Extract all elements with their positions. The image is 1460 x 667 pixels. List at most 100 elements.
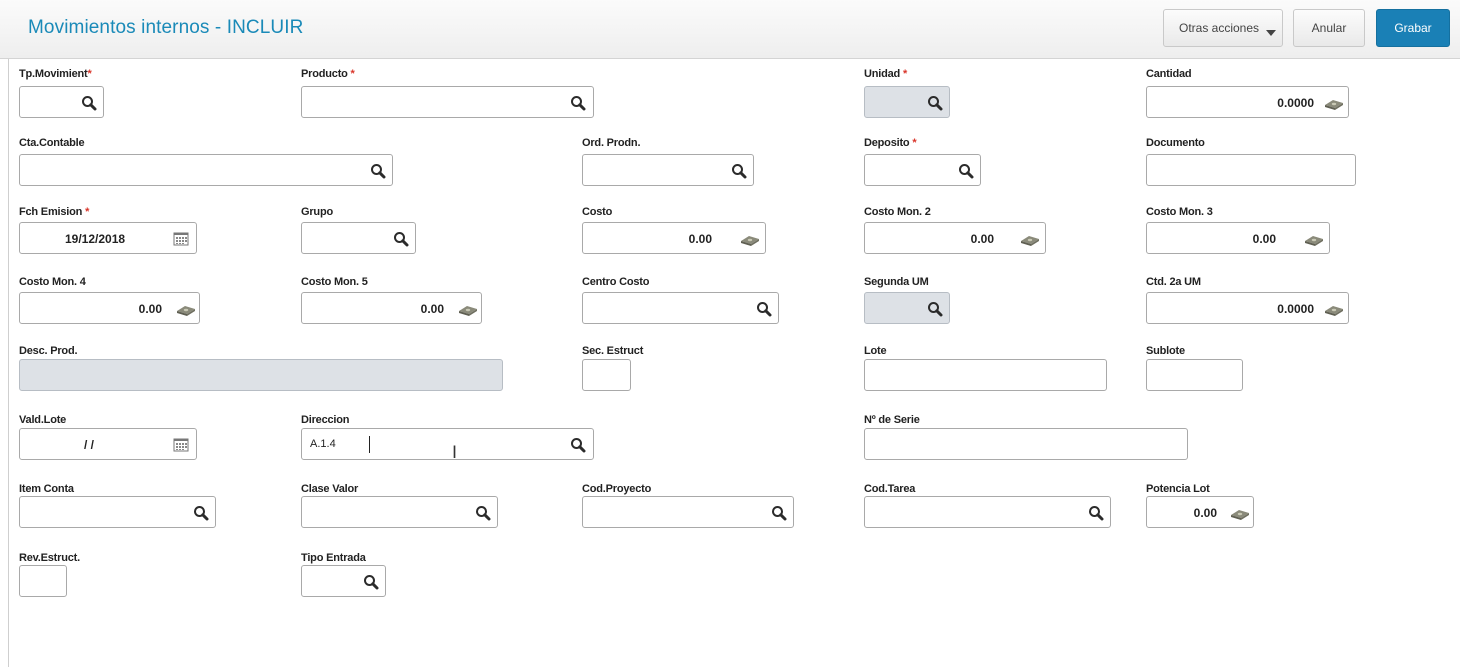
calendar-icon[interactable] — [172, 436, 190, 454]
tp-movimiento-label: Tp.Movimient* — [19, 68, 92, 80]
producto-field[interactable] — [301, 86, 594, 118]
other-actions-button[interactable]: Otras acciones — [1163, 9, 1283, 47]
search-icon[interactable] — [730, 162, 748, 180]
cancel-button[interactable]: Anular — [1293, 9, 1365, 47]
ord-prodn-label: Ord. Prodn. — [582, 137, 641, 149]
costo-mon2-label: Costo Mon. 2 — [864, 206, 931, 218]
money-icon[interactable] — [458, 300, 478, 318]
sec-estruct-label: Sec. Estruct — [582, 345, 644, 357]
vald-lote-field[interactable]: / / — [19, 428, 197, 460]
sublote-field[interactable] — [1146, 359, 1243, 391]
desc-prod-field — [19, 359, 503, 391]
search-icon[interactable] — [926, 300, 944, 318]
documento-label: Documento — [1146, 137, 1205, 149]
costo-mon5-field[interactable]: 0.00 — [301, 292, 482, 324]
costo-mon3-label: Costo Mon. 3 — [1146, 206, 1213, 218]
cta-contable-field[interactable] — [19, 154, 393, 186]
money-icon[interactable] — [1324, 94, 1344, 112]
tp-movimiento-field[interactable] — [19, 86, 104, 118]
costo-label: Costo — [582, 206, 613, 218]
costo-mon4-value: 0.00 — [138, 302, 162, 316]
grupo-field[interactable] — [301, 222, 416, 254]
centro-costo-field[interactable] — [582, 292, 779, 324]
form-left-border — [8, 59, 9, 667]
costo-mon3-field[interactable]: 0.00 — [1146, 222, 1330, 254]
cta-contable-label: Cta.Contable — [19, 137, 85, 149]
rev-estruct-field[interactable] — [19, 565, 67, 597]
costo-mon3-value: 0.00 — [1252, 232, 1276, 246]
page-header: Movimientos internos - INCLUIR Otras acc… — [0, 0, 1460, 59]
n-serie-field[interactable] — [864, 428, 1188, 460]
segunda-um-label: Segunda UM — [864, 276, 929, 288]
fch-emision-value: 19/12/2018 — [65, 232, 126, 246]
ord-prodn-field[interactable] — [582, 154, 754, 186]
search-icon[interactable] — [1087, 504, 1105, 522]
grupo-label: Grupo — [301, 206, 333, 218]
fch-emision-label: Fch Emision * — [19, 206, 90, 218]
mouse-cursor-ibeam-icon: I — [452, 443, 458, 463]
unidad-label: Unidad * — [864, 68, 908, 80]
item-conta-field[interactable] — [19, 496, 216, 528]
search-icon[interactable] — [755, 300, 773, 318]
deposito-field[interactable] — [864, 154, 981, 186]
search-icon[interactable] — [957, 162, 975, 180]
lote-field[interactable] — [864, 359, 1107, 391]
documento-field[interactable] — [1146, 154, 1356, 186]
vald-lote-value: / / — [84, 438, 95, 452]
other-actions-label: Otras acciones — [1179, 21, 1260, 35]
money-icon[interactable] — [1230, 504, 1250, 522]
direccion-value: A.1.4 — [310, 438, 336, 450]
costo-mon2-field[interactable]: 0.00 — [864, 222, 1046, 254]
centro-costo-label: Centro Costo — [582, 276, 650, 288]
lote-label: Lote — [864, 345, 887, 357]
cantidad-label: Cantidad — [1146, 68, 1192, 80]
direccion-label: Direccion — [301, 414, 350, 426]
segunda-um-field — [864, 292, 950, 324]
ctd-2a-um-field[interactable]: 0.0000 — [1146, 292, 1349, 324]
rev-estruct-label: Rev.Estruct. — [19, 552, 80, 564]
search-icon[interactable] — [369, 162, 387, 180]
costo-value: 0.00 — [688, 232, 712, 246]
cod-proyecto-field[interactable] — [582, 496, 794, 528]
search-icon[interactable] — [474, 504, 492, 522]
money-icon[interactable] — [176, 300, 196, 318]
costo-mon5-value: 0.00 — [420, 302, 444, 316]
search-icon[interactable] — [80, 94, 98, 112]
potencia-lot-value: 0.00 — [1193, 506, 1217, 520]
text-caret — [369, 436, 370, 453]
fch-emision-field[interactable]: 19/12/2018 — [19, 222, 197, 254]
clase-valor-field[interactable] — [301, 496, 498, 528]
search-icon[interactable] — [392, 230, 410, 248]
costo-mon4-field[interactable]: 0.00 — [19, 292, 200, 324]
save-button[interactable]: Grabar — [1376, 9, 1450, 47]
potencia-lot-field[interactable]: 0.00 — [1146, 496, 1254, 528]
money-icon[interactable] — [740, 230, 760, 248]
calendar-icon[interactable] — [172, 230, 190, 248]
search-icon[interactable] — [770, 504, 788, 522]
desc-prod-label: Desc. Prod. — [19, 345, 78, 357]
sec-estruct-field[interactable] — [582, 359, 631, 391]
cod-tarea-label: Cod.Tarea — [864, 483, 916, 495]
unidad-field — [864, 86, 950, 118]
search-icon[interactable] — [569, 94, 587, 112]
direccion-field[interactable]: A.1.4 — [301, 428, 594, 460]
tipo-entrada-field[interactable] — [301, 565, 386, 597]
cantidad-field[interactable]: 0.0000 — [1146, 86, 1349, 118]
search-icon[interactable] — [569, 436, 587, 454]
page-title: Movimientos internos - INCLUIR — [28, 17, 304, 38]
vald-lote-label: Vald.Lote — [19, 414, 67, 426]
search-icon[interactable] — [926, 94, 944, 112]
money-icon[interactable] — [1324, 300, 1344, 318]
deposito-label: Deposito * — [864, 137, 917, 149]
search-icon[interactable] — [192, 504, 210, 522]
potencia-lot-label: Potencia Lot — [1146, 483, 1210, 495]
costo-field[interactable]: 0.00 — [582, 222, 766, 254]
costo-mon5-label: Costo Mon. 5 — [301, 276, 368, 288]
search-icon[interactable] — [362, 573, 380, 591]
tipo-entrada-label: Tipo Entrada — [301, 552, 366, 564]
costo-mon2-value: 0.00 — [970, 232, 994, 246]
money-icon[interactable] — [1020, 230, 1040, 248]
cod-tarea-field[interactable] — [864, 496, 1111, 528]
producto-label: Producto * — [301, 68, 355, 80]
money-icon[interactable] — [1304, 230, 1324, 248]
